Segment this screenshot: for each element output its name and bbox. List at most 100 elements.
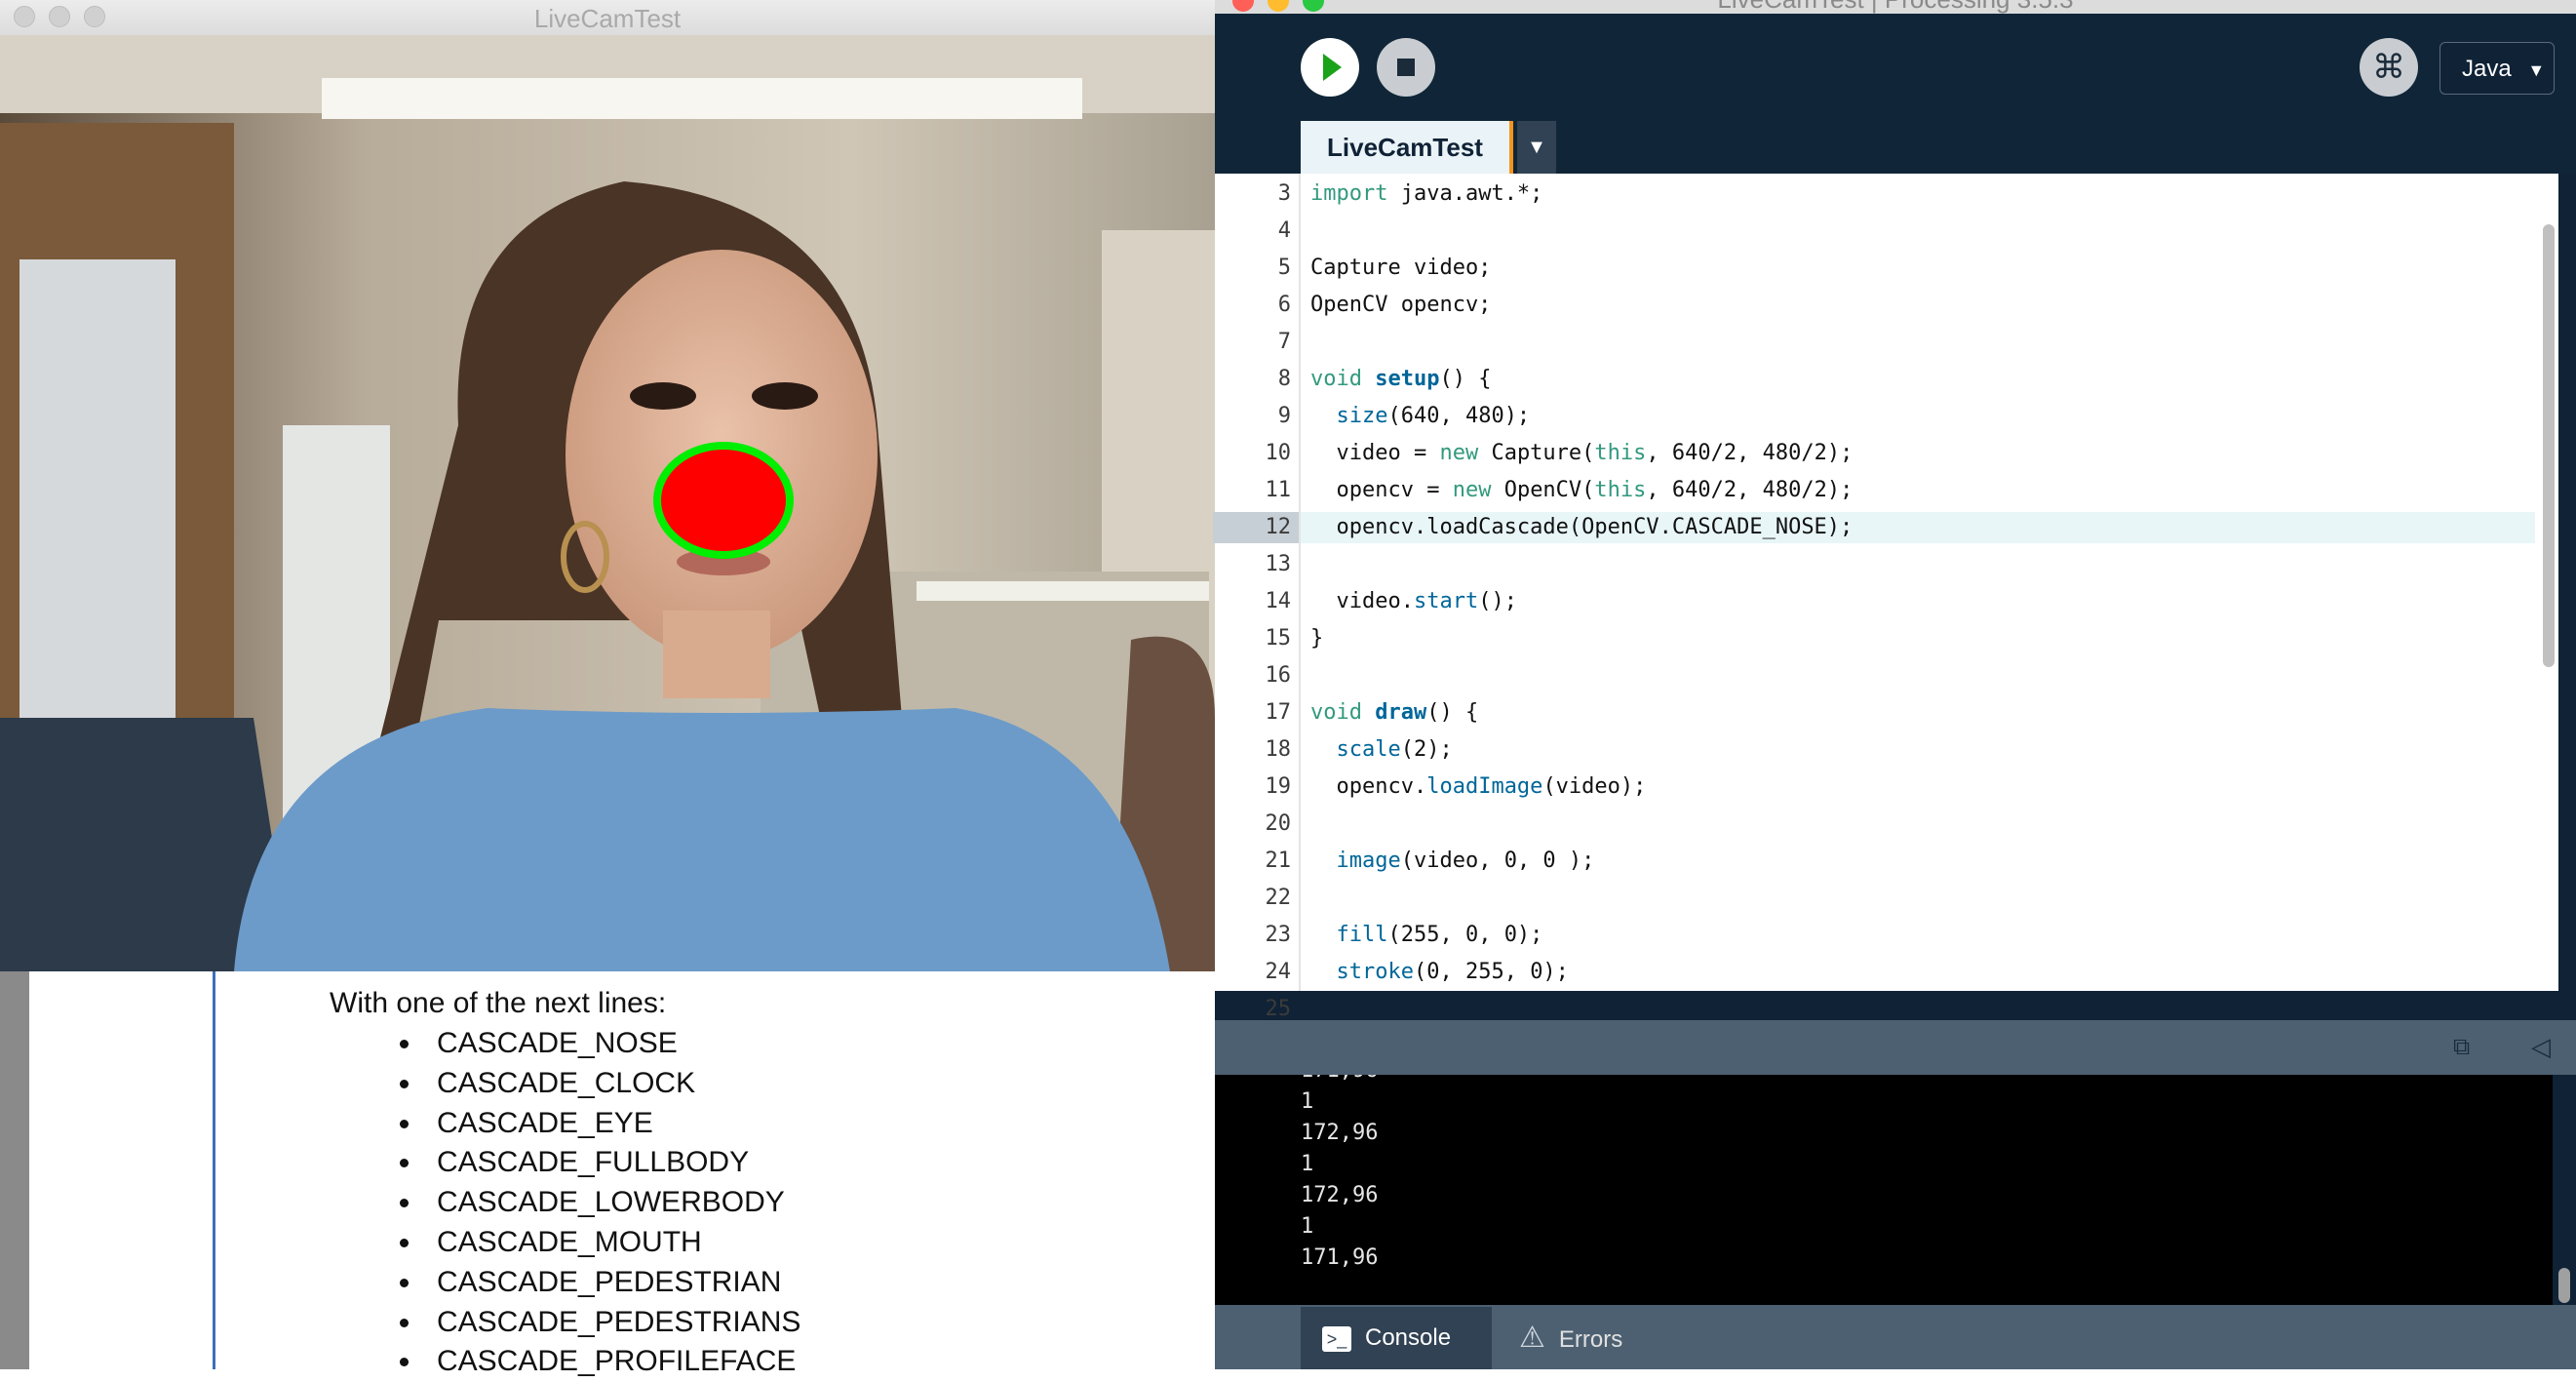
line-number: 20 (1265, 811, 1292, 836)
code-line[interactable]: opencv.loadImage(video); (1301, 771, 2558, 803)
code-text: Capture video; (1310, 256, 1492, 280)
line-number: 11 (1265, 478, 1292, 502)
code-line[interactable]: video.start(); (1301, 586, 2558, 617)
chevron-down-icon: ▼ (2527, 60, 2546, 80)
run-button[interactable] (1301, 38, 1359, 97)
line-number: 8 (1277, 367, 1291, 391)
sketch-window: LiveCamTest (0, 0, 1215, 971)
code-text: opencv = new OpenCV(this, 640/2, 480/2); (1310, 478, 1854, 502)
sketch-titlebar[interactable]: LiveCamTest (0, 0, 1215, 36)
line-number: 22 (1265, 886, 1292, 910)
editor-scrollbar-thumb[interactable] (2543, 224, 2555, 667)
ide-titlebar[interactable]: LiveCamTest | Processing 3.5.3 (1215, 0, 2576, 14)
code-line[interactable] (1301, 549, 2558, 580)
warning-icon: ⚠ (1519, 1322, 1545, 1354)
line-number: 13 (1265, 552, 1292, 576)
code-line[interactable] (1301, 809, 2558, 840)
code-text: video = new Capture(this, 640/2, 480/2); (1310, 441, 1854, 465)
code-line[interactable]: size(640, 480); (1301, 401, 2558, 432)
tab-errors[interactable]: ⚠ Errors (1498, 1307, 1679, 1369)
document-margin-line (213, 971, 215, 1369)
list-item: CASCADE_PROFILEFACE (423, 1342, 800, 1382)
tab-menu-button[interactable]: ▼ (1517, 121, 1556, 174)
mode-selector[interactable]: Java ▼ (2439, 42, 2555, 95)
code-text: fill(255, 0, 0); (1336, 923, 1543, 947)
line-number: 3 (1277, 181, 1291, 206)
tab-console[interactable]: >_ Console (1301, 1307, 1492, 1369)
console-output[interactable]: 171,96 1 172,96 1 172,96 1 171,96 (1215, 1075, 2553, 1305)
play-icon (1323, 54, 1342, 81)
line-number: 16 (1265, 663, 1292, 688)
line-number: 24 (1265, 960, 1292, 984)
mode-label: Java (2462, 56, 2512, 82)
list-item: CASCADE_LOWERBODY (423, 1183, 800, 1223)
tab-livecamtest[interactable]: LiveCamTest (1301, 121, 1513, 174)
cascade-list: CASCADE_NOSE CASCADE_CLOCK CASCADE_EYE C… (371, 1024, 800, 1382)
code-line[interactable]: fill(255, 0, 0); (1301, 920, 2558, 951)
list-item: CASCADE_FULLBODY (423, 1143, 800, 1183)
sketch-tab-bar: LiveCamTest ▼ (1215, 115, 2576, 174)
line-number: 14 (1265, 589, 1292, 613)
bottom-tab-bar: >_ Console ⚠ Errors (1215, 1305, 2576, 1369)
stop-button[interactable] (1377, 38, 1435, 97)
line-number: 18 (1265, 737, 1292, 762)
code-line[interactable] (1301, 216, 2558, 247)
line-number: 6 (1277, 293, 1291, 317)
list-item: CASCADE_CLOCK (423, 1064, 800, 1104)
code-line[interactable]: scale(2); (1301, 734, 2558, 766)
tab-console-label: Console (1365, 1324, 1452, 1351)
list-item: CASCADE_PEDESTRIAN (423, 1263, 800, 1303)
line-number: 12 (1213, 512, 1299, 543)
code-line[interactable]: image(video, 0, 0 ); (1301, 846, 2558, 877)
code-text: image(video, 0, 0 ); (1336, 849, 1595, 873)
code-line[interactable]: void draw() { (1301, 697, 2558, 729)
code-line[interactable]: } (1301, 623, 2558, 654)
code-line[interactable]: video = new Capture(this, 640/2, 480/2); (1301, 438, 2558, 469)
code-line[interactable]: import java.awt.*; (1301, 178, 2558, 210)
code-line[interactable] (1301, 883, 2558, 914)
list-item: CASCADE_EYE (423, 1104, 800, 1144)
line-number-gutter: 3456789101112131415161718192021222324252… (1213, 174, 1301, 1132)
list-item: CASCADE_PEDESTRIANS (423, 1303, 800, 1343)
terminal-icon: >_ (1322, 1325, 1351, 1352)
console-line: 171,96 (1301, 1245, 1379, 1270)
console-line: 171,96 (1301, 1075, 1378, 1086)
console-line: 1 (1301, 1152, 1314, 1176)
code-line[interactable] (1301, 327, 2558, 358)
tab-errors-label: Errors (1558, 1326, 1623, 1353)
code-line[interactable]: opencv.loadCascade(OpenCV.CASCADE_NOSE); (1301, 512, 2558, 543)
copy-icon[interactable]: ⧉ (2453, 1034, 2470, 1061)
ide-window-title: LiveCamTest | Processing 3.5.3 (1215, 0, 2576, 14)
line-number: 10 (1265, 441, 1292, 465)
code-text: OpenCV opencv; (1310, 293, 1492, 317)
line-number: 7 (1277, 330, 1291, 354)
console-line: 1 (1301, 1214, 1314, 1239)
code-line[interactable]: void setup() { (1301, 364, 2558, 395)
code-editor[interactable]: 3456789101112131415161718192021222324252… (1213, 174, 2558, 1132)
code-line[interactable] (1301, 660, 2558, 691)
code-text: void draw() { (1310, 700, 1479, 725)
toolbar: ⌘ Java ▼ (1215, 14, 2576, 115)
collapse-icon[interactable]: ◁ (2531, 1032, 2551, 1062)
console-header: ⧉ ◁ (1215, 1020, 2576, 1075)
code-line[interactable]: stroke(0, 255, 0); (1301, 957, 2558, 988)
code-text: stroke(0, 255, 0); (1336, 960, 1569, 984)
code-text: void setup() { (1310, 367, 1492, 391)
document-heading: With one of the next lines: (330, 987, 667, 1019)
code-text: scale(2); (1336, 737, 1453, 762)
stop-icon (1397, 59, 1415, 76)
code-text: opencv.loadImage(video); (1310, 774, 1647, 799)
webcam-feed (0, 35, 1215, 971)
document-sidebar (0, 971, 29, 1369)
console-line: 172,96 (1301, 1121, 1379, 1145)
debugger-icon[interactable]: ⌘ (2360, 38, 2418, 97)
code-line[interactable]: Capture video; (1301, 253, 2558, 284)
chevron-down-icon: ▼ (1527, 137, 1546, 158)
console-scrollbar-thumb[interactable] (2558, 1268, 2570, 1303)
code-line[interactable]: opencv = new OpenCV(this, 640/2, 480/2); (1301, 475, 2558, 506)
line-number: 9 (1277, 404, 1291, 428)
code-line[interactable]: OpenCV opencv; (1301, 290, 2558, 321)
console-line: 172,96 (1301, 1183, 1379, 1207)
code-area[interactable]: import java.awt.*; Capture video; OpenCV o… (1301, 174, 2558, 991)
code-text: } (1310, 626, 1324, 651)
